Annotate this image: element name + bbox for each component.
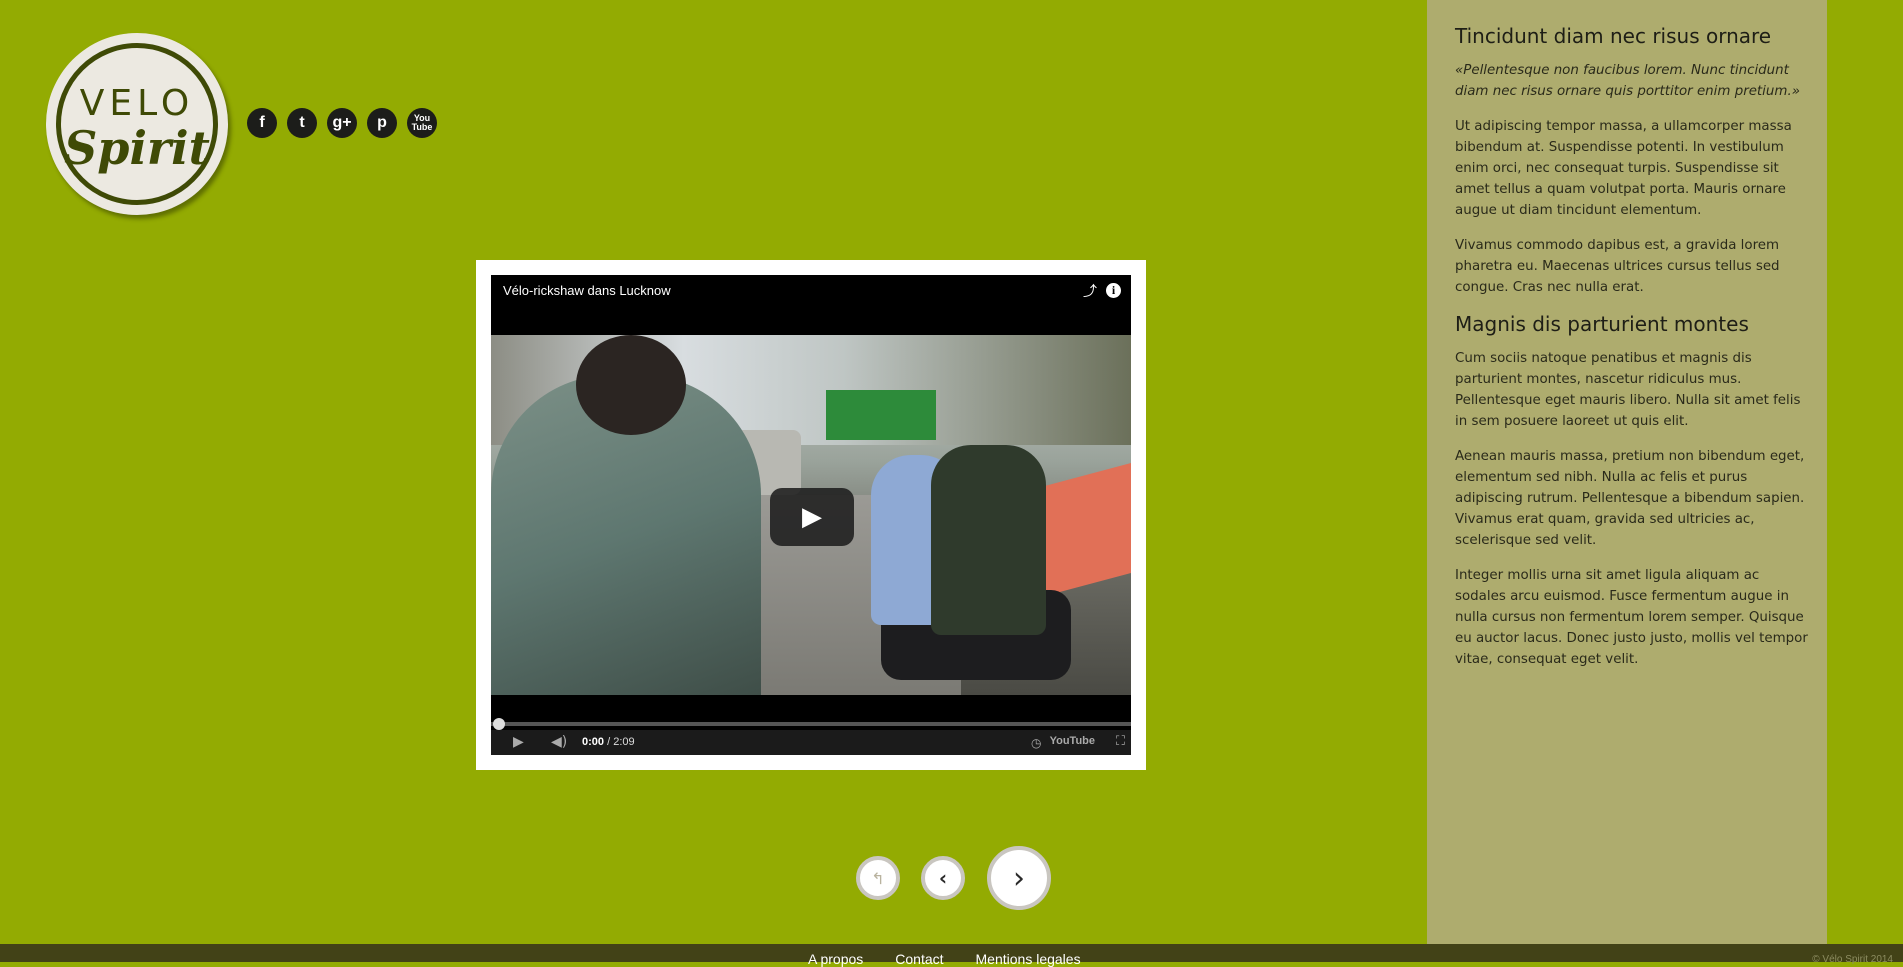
footer: A propos Contact Mentions legales © Vélo…: [0, 944, 1903, 967]
footer-links: A propos Contact Mentions legales: [808, 951, 1081, 967]
progress-handle[interactable]: [493, 718, 505, 730]
pinterest-icon[interactable]: p: [367, 108, 397, 138]
site-logo[interactable]: VELO Spirit: [46, 33, 228, 215]
video-player[interactable]: Vélo-rickshaw dans Lucknow ⤴ i ▶ ▶ ◀) 0:…: [491, 275, 1131, 755]
footer-link-about[interactable]: A propos: [808, 951, 863, 967]
sidebar: Tincidunt diam nec risus ornare «Pellent…: [1427, 0, 1827, 962]
footer-link-contact[interactable]: Contact: [895, 951, 943, 967]
video-frame: Vélo-rickshaw dans Lucknow ⤴ i ▶ ▶ ◀) 0:…: [476, 260, 1146, 770]
sidebar-quote: «Pellentesque non faucibus lorem. Nunc t…: [1455, 63, 1800, 99]
sidebar-heading: Tincidunt diam nec risus ornare: [1455, 24, 1772, 48]
volume-icon[interactable]: ◀): [551, 734, 567, 750]
player-controls: ▶ ◀) 0:00 / 2:09 ◷ YouTube ⛶: [491, 730, 1131, 755]
sidebar-paragraph: Integer mollis urna sit amet ligula aliq…: [1455, 568, 1808, 667]
video-title[interactable]: Vélo-rickshaw dans Lucknow: [503, 283, 671, 298]
sidebar-paragraph: Cum sociis natoque penatibus et magnis d…: [1455, 351, 1801, 429]
sidebar-paragraph: Vivamus commodo dapibus est, a gravida l…: [1455, 238, 1780, 295]
fullscreen-icon[interactable]: ⛶: [1116, 734, 1125, 749]
logo-text-velo: VELO: [79, 83, 195, 124]
social-links: f t g+ p You Tube: [247, 108, 437, 138]
progress-bar[interactable]: [491, 722, 1131, 726]
sidebar-paragraph: Ut adipiscing tempor massa, a ullamcorpe…: [1455, 119, 1792, 218]
info-icon[interactable]: i: [1106, 283, 1121, 298]
next-button[interactable]: ›: [987, 846, 1051, 910]
scene-rider: [931, 445, 1046, 635]
sidebar-paragraph: Aenean mauris massa, pretium non bibendu…: [1455, 449, 1805, 548]
home-button[interactable]: ↰: [856, 856, 900, 900]
share-icon[interactable]: ⤴: [1083, 281, 1097, 301]
youtube-logo-icon[interactable]: YouTube: [1050, 735, 1095, 747]
scene-head: [576, 335, 686, 435]
previous-button[interactable]: ‹: [921, 856, 965, 900]
scene-banner: [826, 390, 936, 440]
sidebar-heading: Magnis dis parturient montes: [1455, 312, 1749, 336]
copyright: © Vélo Spirit 2014: [1812, 954, 1893, 965]
facebook-icon[interactable]: f: [247, 108, 277, 138]
footer-link-legal[interactable]: Mentions legales: [976, 951, 1081, 967]
scene-cloth: [1041, 462, 1131, 598]
logo-text-spirit: Spirit: [64, 121, 210, 175]
youtube-icon[interactable]: You Tube: [407, 108, 437, 138]
clock-icon[interactable]: ◷: [1031, 736, 1041, 750]
time-display: 0:00 / 2:09: [582, 736, 635, 748]
current-time: 0:00: [582, 736, 605, 748]
play-button[interactable]: ▶: [770, 488, 854, 546]
duration: / 2:09: [604, 736, 635, 748]
twitter-icon[interactable]: t: [287, 108, 317, 138]
google-plus-icon[interactable]: g+: [327, 108, 357, 138]
play-icon[interactable]: ▶: [513, 734, 524, 750]
